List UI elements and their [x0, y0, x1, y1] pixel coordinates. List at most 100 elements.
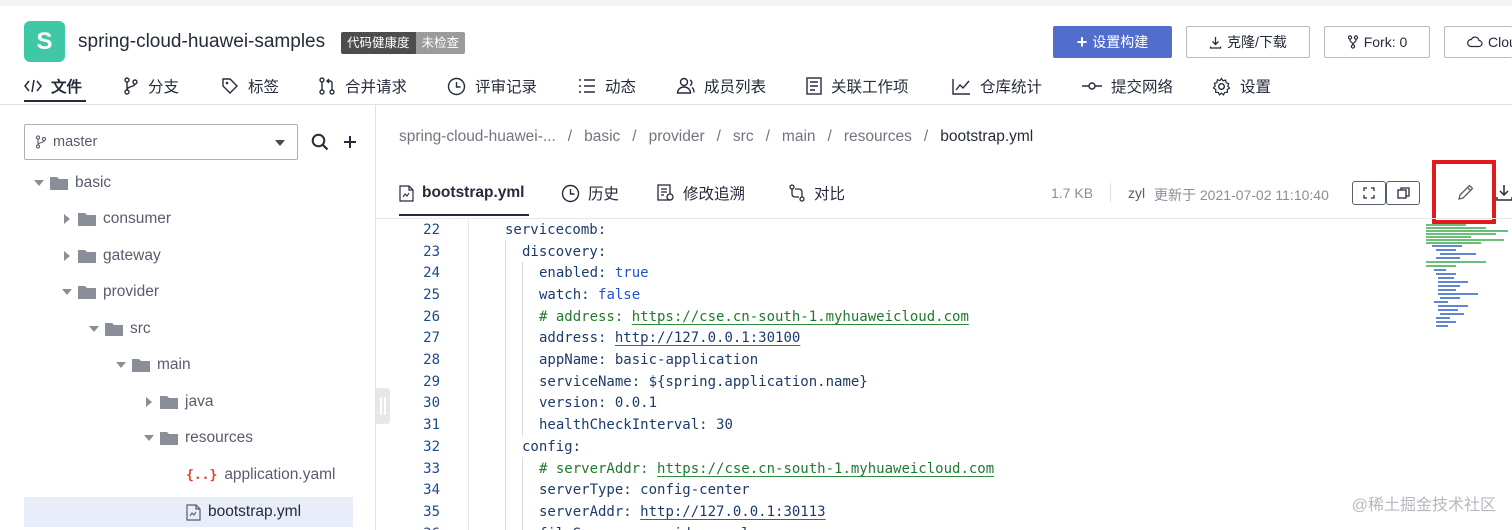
line-number: 34: [423, 482, 440, 499]
setup-build-button[interactable]: + 设置构建: [1053, 26, 1172, 58]
merge-request-icon: [318, 77, 336, 95]
cloud-button[interactable]: Clou: [1444, 26, 1512, 58]
tree-folder-src[interactable]: src: [89, 314, 151, 344]
tab-reviews[interactable]: 评审记录: [447, 74, 537, 98]
line-number: 29: [423, 373, 440, 390]
fullscreen-button[interactable]: [1352, 181, 1386, 205]
download-icon[interactable]: [1496, 183, 1512, 201]
tree-folder-gateway[interactable]: gateway: [62, 241, 161, 271]
tree-file-application-yaml[interactable]: {..} application.yaml: [186, 460, 335, 490]
code-key: watch: [539, 286, 582, 303]
code-text: config:: [522, 439, 589, 455]
tree-file-bootstrap-yml[interactable]: bootstrap.yml: [186, 497, 301, 527]
code-colon: :: [598, 395, 615, 412]
code-minimap[interactable]: [1426, 222, 1512, 332]
code-text: address: http://127.0.0.1:30100: [539, 330, 800, 346]
fork-button[interactable]: Fork: 0: [1324, 26, 1430, 58]
folder-icon: [105, 322, 123, 336]
code-link[interactable]: https://cse.cn-south-1.myhuaweicloud.com: [657, 461, 994, 477]
tab-history[interactable]: 历史: [561, 181, 619, 205]
search-icon[interactable]: [311, 133, 329, 151]
code-health-badge[interactable]: 代码健康度 未检查: [341, 32, 466, 54]
tab-compare[interactable]: 对比: [788, 181, 845, 205]
commit-author: zyl: [1128, 185, 1146, 201]
code-link[interactable]: http://127.0.0.1:30100: [615, 330, 800, 346]
tab-activity[interactable]: 动态: [578, 74, 636, 98]
tab-files[interactable]: 文件: [24, 74, 82, 98]
breadcrumb-repo[interactable]: spring-cloud-huawei-...: [399, 128, 556, 146]
breadcrumb: spring-cloud-huawei-... / basic / provid…: [399, 128, 1033, 146]
watermark: @稀土掘金技术社区: [1351, 497, 1496, 514]
code-icon: [24, 79, 42, 93]
code-value: false: [598, 286, 641, 303]
tab-blame[interactable]: 修改追溯: [657, 181, 745, 205]
line-number: 30: [423, 395, 440, 412]
repo-name[interactable]: spring-cloud-huawei-samples: [78, 31, 325, 53]
line-number: 24: [423, 265, 440, 282]
breadcrumb-main[interactable]: main: [782, 128, 816, 146]
code-health-label: 代码健康度: [341, 32, 416, 54]
code-key: config: [522, 438, 573, 455]
tree-folder-resources[interactable]: resources: [144, 423, 253, 453]
edit-highlight-box: [1432, 160, 1496, 224]
folder-icon: [132, 358, 150, 372]
code-line: 31 healthCheckInterval: 30: [399, 414, 733, 436]
tree-folder-java[interactable]: java: [144, 387, 213, 417]
tab-file-view[interactable]: bootstrap.yml: [399, 181, 524, 205]
sidebar-collapse-handle[interactable]: [376, 388, 390, 424]
code-value: basic-application: [614, 352, 759, 369]
plus-icon: +: [1076, 32, 1088, 52]
code-top-border: [376, 218, 1512, 219]
code-line: 23 discovery:: [399, 241, 606, 263]
yaml-file-icon: {..}: [186, 467, 218, 483]
tab-members[interactable]: 成员列表: [676, 74, 766, 98]
breadcrumb-resources[interactable]: resources: [844, 128, 912, 146]
folder-icon: [160, 431, 178, 445]
tab-repo-stats[interactable]: 仓库统计: [952, 74, 1042, 98]
line-number: 27: [423, 330, 440, 347]
breadcrumb-provider[interactable]: provider: [649, 128, 705, 146]
code-key: healthCheckInterval: [539, 417, 700, 434]
tab-commit-network[interactable]: 提交网络: [1082, 74, 1173, 98]
indent-guide: [505, 240, 506, 530]
gear-icon: [1212, 76, 1231, 96]
caret-right-icon: [62, 251, 72, 261]
line-number: 31: [423, 417, 440, 434]
tab-work-items[interactable]: 关联工作项: [806, 74, 909, 98]
sidebar-divider: [375, 105, 376, 530]
code-colon: :: [631, 373, 649, 390]
tab-branches[interactable]: 分支: [123, 74, 179, 98]
code-line: 32 config:: [399, 436, 581, 458]
tree-folder-basic[interactable]: basic: [34, 168, 111, 198]
breadcrumb-src[interactable]: src: [733, 128, 754, 146]
history-clock-icon: [561, 184, 580, 203]
tree-folder-consumer[interactable]: consumer: [62, 204, 171, 234]
line-number: 23: [423, 243, 440, 260]
code-link[interactable]: https://cse.cn-south-1.myhuaweicloud.com: [632, 309, 969, 325]
tree-folder-main[interactable]: main: [116, 350, 191, 380]
code-text: # serverAddr: https://cse.cn-south-1.myh…: [539, 461, 994, 477]
breadcrumb-basic[interactable]: basic: [584, 128, 620, 146]
members-icon: [676, 77, 695, 95]
clone-download-button[interactable]: 克隆/下载: [1186, 26, 1310, 58]
add-file-icon[interactable]: [343, 135, 357, 149]
code-key: fileSource: [539, 526, 623, 530]
code-colon: :: [598, 330, 615, 347]
code-key: serverType: [539, 482, 624, 499]
code-comment: # serverAddr:: [539, 460, 658, 477]
tab-settings[interactable]: 设置: [1212, 74, 1271, 98]
tree-folder-provider[interactable]: provider: [62, 277, 159, 307]
tab-tags[interactable]: 标签: [221, 74, 279, 98]
code-value: 0.0.1: [614, 395, 658, 412]
code-link[interactable]: http://127.0.0.1:30113: [640, 504, 825, 520]
copy-button[interactable]: [1386, 181, 1420, 205]
caret-down-icon: [144, 435, 154, 441]
code-comment: # address:: [539, 308, 632, 325]
branch-selector[interactable]: master: [24, 124, 298, 160]
code-line: 24 enabled: true: [399, 262, 648, 284]
file-tab-indicator: [399, 214, 529, 216]
code-key: serverAddr: [539, 503, 624, 520]
tag-icon: [221, 77, 239, 95]
code-colon: :: [598, 352, 615, 369]
tab-merge-requests[interactable]: 合并请求: [318, 74, 407, 98]
